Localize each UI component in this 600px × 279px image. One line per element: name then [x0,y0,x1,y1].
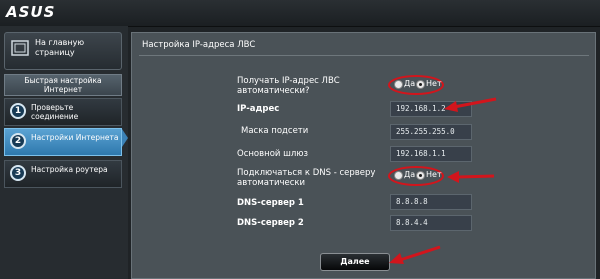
divider [139,55,589,56]
dns1-input[interactable]: 8.8.8.8 [390,194,472,210]
quick-setup-title: Быстрая настройка Интернет [4,74,122,96]
panel-title: Настройка IP-адреса ЛВС [142,40,256,50]
top-bar: ASUS [0,0,600,27]
active-step-pointer [122,129,128,147]
home-icon [11,40,29,56]
dns2-label: DNS-сервер 2 [237,218,304,228]
gateway-input[interactable]: 192.168.1.1 [390,146,472,162]
auto-dns-yes-label: Да [404,170,416,179]
step-label: Проверьте соединение [31,103,79,121]
sidebar: На главную страницу Быстрая настройка Ин… [0,26,128,279]
lan-ip-panel: Настройка IP-адреса ЛВС [131,32,596,279]
auto-ip-no-radio[interactable] [416,80,425,89]
subnet-mask-input[interactable]: 255.255.255.0 [390,124,472,140]
auto-ip-no-label: Нет [426,79,442,88]
auto-ip-yes-label: Да [404,79,416,88]
auto-ip-radio-group: Да Нет [388,75,446,97]
home-button[interactable]: На главную страницу [4,32,122,70]
step-label: Настройки Интернета [31,133,119,142]
dns1-label: DNS-сервер 1 [237,198,304,208]
annotation-arrow-ip [444,97,497,112]
subnet-mask-label: Маска подсети [241,126,309,136]
auto-ip-yes-radio[interactable] [394,80,403,89]
step-number: 2 [10,133,26,149]
auto-ip-label: Получать IP-адрес ЛВС автоматически? [237,76,340,96]
gateway-label: Основной шлюз [237,149,309,159]
step-number: 1 [10,103,26,119]
step-check-connection[interactable]: 1 Проверьте соединение [4,98,122,126]
asus-logo: ASUS [6,3,56,21]
auto-dns-no-label: Нет [426,170,442,179]
step-router-setup[interactable]: 3 Настройка роутера [4,160,122,188]
auto-dns-no-radio[interactable] [416,171,425,180]
next-button[interactable]: Далее [320,253,390,271]
home-button-label: На главную страницу [35,38,85,57]
annotation-arrow-next [389,245,441,264]
auto-dns-yes-radio[interactable] [394,171,403,180]
step-internet-settings[interactable]: 2 Настройки Интернета [4,128,122,156]
dns2-input[interactable]: 8.8.4.4 [390,215,472,231]
auto-dns-label: Подключаться к DNS - серверу автоматичес… [237,168,376,188]
auto-dns-radio-group: Да Нет [388,166,446,188]
step-number: 3 [10,165,26,181]
annotation-arrow-dns [447,171,495,183]
step-label: Настройка роутера [31,165,108,174]
ip-address-label: IP-адрес [237,104,280,114]
